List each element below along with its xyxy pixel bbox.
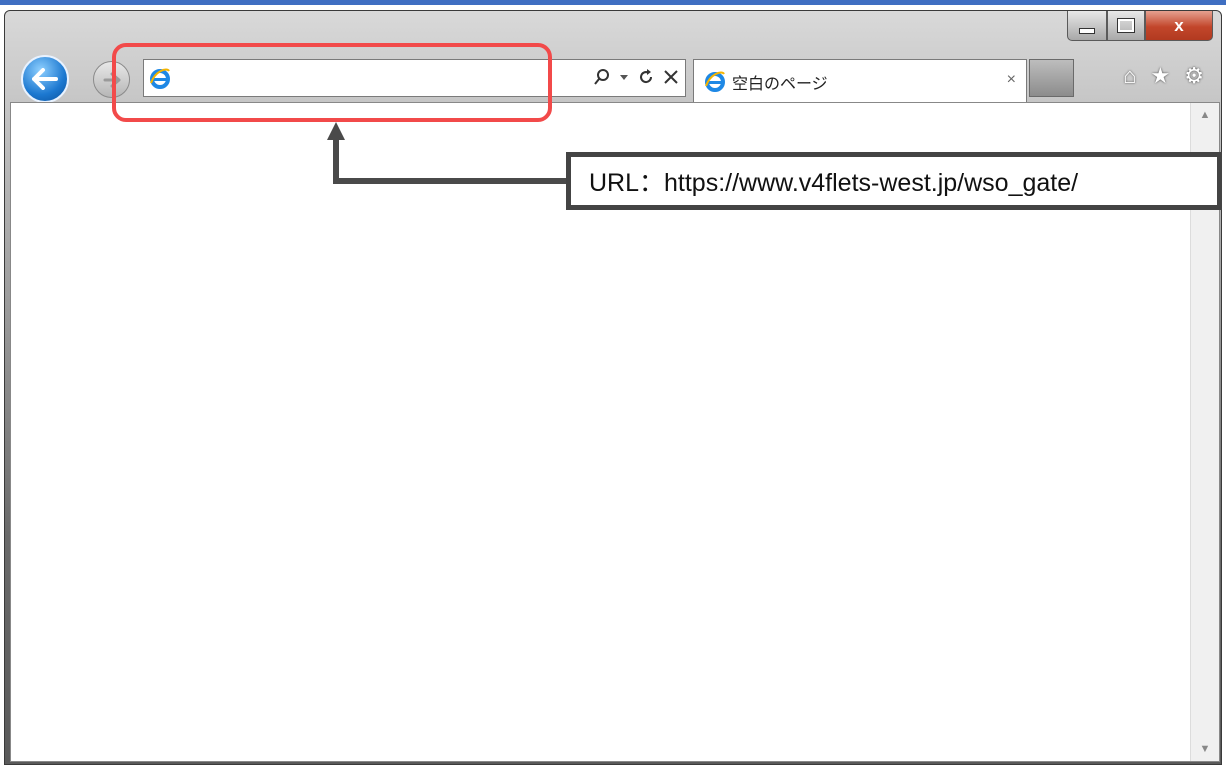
url-callout-text: URL：https://www.v4flets-west.jp/wso_gate… <box>589 169 1079 197</box>
callout-arrow <box>327 122 568 184</box>
url-callout: URL：https://www.v4flets-west.jp/wso_gate… <box>566 152 1222 210</box>
